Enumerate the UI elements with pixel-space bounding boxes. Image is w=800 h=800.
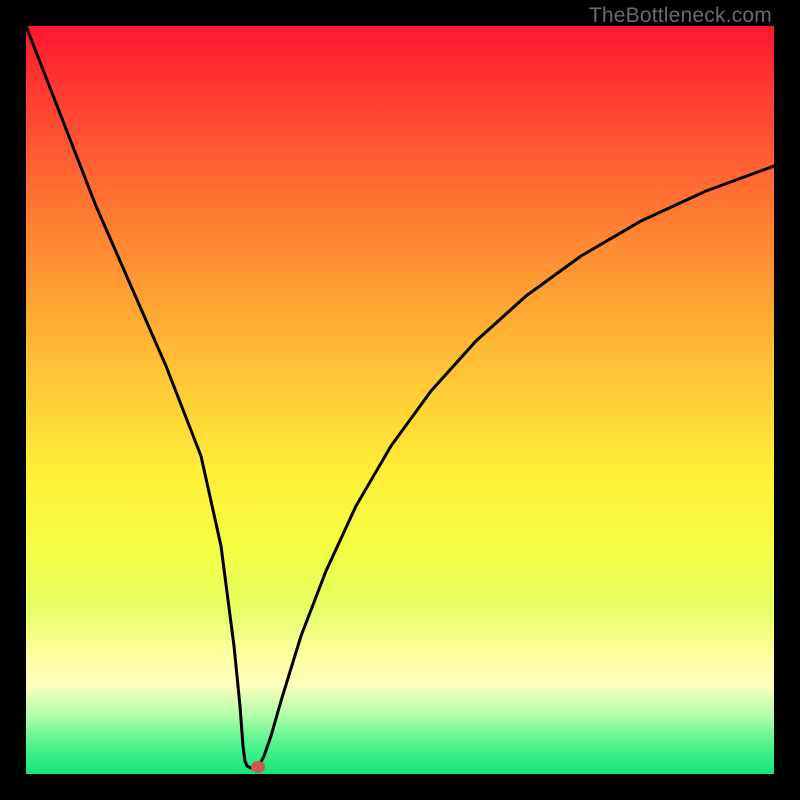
chart-curve — [26, 26, 774, 768]
chart-plot-area — [26, 26, 774, 774]
chart-frame: TheBottleneck.com — [0, 0, 800, 800]
chart-marker-dot — [251, 761, 265, 773]
chart-svg — [26, 26, 774, 774]
attribution-text: TheBottleneck.com — [589, 4, 772, 28]
